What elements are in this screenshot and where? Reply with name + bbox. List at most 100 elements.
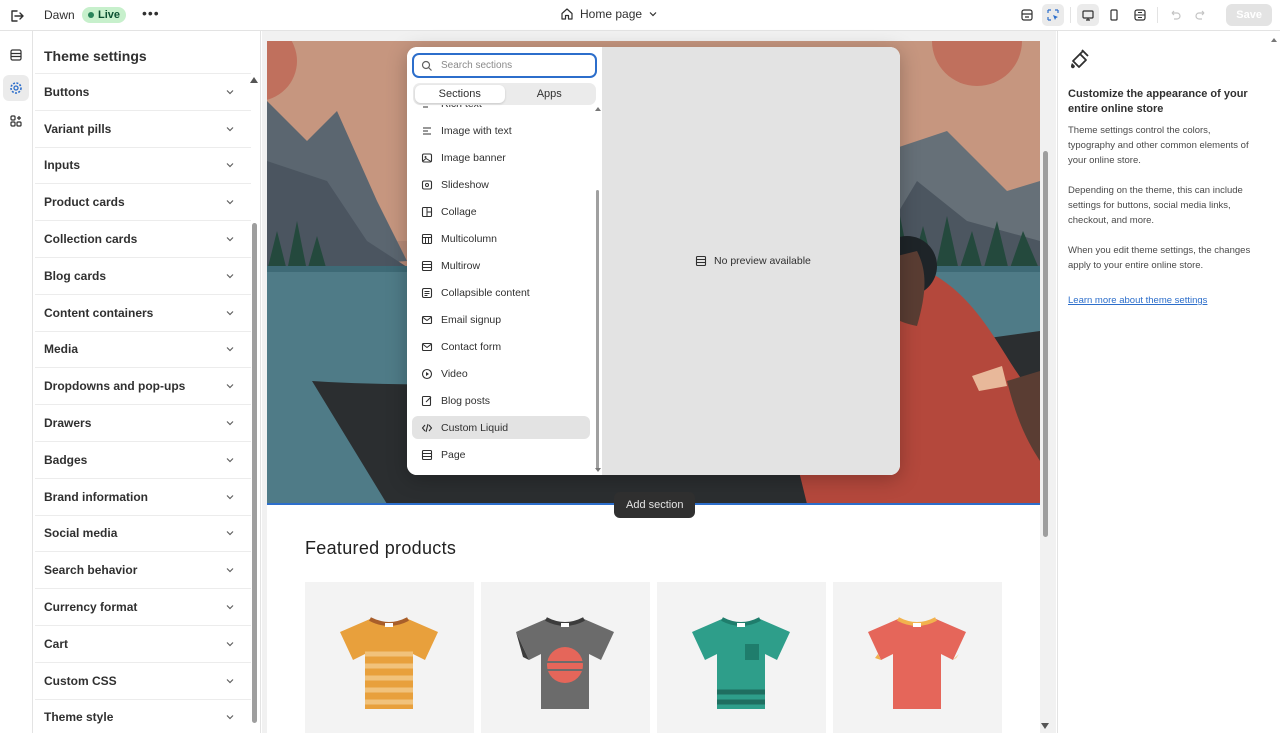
settings-group-label: Buttons <box>44 84 90 99</box>
section-list-item[interactable]: Email signup <box>412 308 590 331</box>
section-list-label: Email signup <box>441 313 502 326</box>
add-section-button[interactable]: Add section <box>614 492 696 518</box>
settings-group-item[interactable]: Social media <box>35 514 251 552</box>
toolbar-divider <box>1157 7 1159 23</box>
exit-icon[interactable] <box>8 7 26 25</box>
page-selector[interactable]: Home page <box>560 7 658 21</box>
settings-group-item[interactable]: Blog cards <box>35 256 251 294</box>
settings-group-item[interactable]: Brand information <box>35 477 251 515</box>
settings-group-label: Badges <box>44 452 88 467</box>
scroll-up-icon[interactable] <box>1271 38 1277 42</box>
settings-group-label: Drawers <box>44 416 92 431</box>
mobile-icon[interactable] <box>1103 4 1125 26</box>
section-list-label: Contact form <box>441 340 502 353</box>
store-icon[interactable] <box>1016 4 1038 26</box>
section-list-item[interactable]: Collapsible content <box>412 281 590 304</box>
help-paragraph: Theme settings control the colors, typog… <box>1068 125 1249 166</box>
settings-group-item[interactable]: Currency format <box>35 588 251 625</box>
preview-scrollbar[interactable] <box>1043 151 1048 537</box>
product-card[interactable] <box>833 582 1002 733</box>
theme-name[interactable]: Dawn <box>44 8 75 22</box>
settings-group-label: Variant pills <box>44 121 112 136</box>
chevron-down-icon <box>226 273 234 279</box>
chevron-down-icon <box>226 605 234 610</box>
help-paragraph: Depending on the theme, this can include… <box>1068 185 1243 226</box>
settings-group-item[interactable]: Theme style <box>35 698 251 733</box>
panel-scrollbar[interactable] <box>252 223 257 723</box>
no-preview-message: No preview available <box>695 255 811 267</box>
tab-apps[interactable]: Apps <box>505 85 595 103</box>
chevron-down-icon <box>226 384 234 389</box>
section-list-scrollbar[interactable] <box>596 190 599 470</box>
theme-settings-panel: Theme settings Buttons Variant pills Input… <box>33 31 261 733</box>
scroll-down-icon[interactable] <box>1041 723 1049 729</box>
section-list-item[interactable]: Page <box>412 443 590 466</box>
add-section-popover: Sections Apps Rich text Image with text Im… <box>407 47 900 475</box>
paint-bucket-icon <box>1068 47 1092 74</box>
section-picker: Sections Apps Rich text Image with text Im… <box>407 47 602 475</box>
multirow-icon <box>421 260 433 271</box>
settings-group-item[interactable]: Inputs <box>35 146 251 184</box>
settings-group-label: Custom CSS <box>44 673 117 688</box>
more-options-icon[interactable]: ••• <box>142 6 159 22</box>
settings-group-item[interactable]: Search behavior <box>35 551 251 588</box>
settings-group-item[interactable]: Variant pills <box>35 109 251 147</box>
product-card[interactable] <box>657 582 826 733</box>
sections-icon[interactable] <box>3 42 29 68</box>
collage-icon <box>421 206 433 217</box>
featured-products-heading: Featured products <box>305 538 457 558</box>
product-card[interactable] <box>481 582 650 733</box>
settings-group-label: Cart <box>44 636 69 651</box>
apps-icon[interactable] <box>3 108 29 134</box>
settings-group-item[interactable]: Badges <box>35 440 251 478</box>
search-input[interactable] <box>441 60 581 71</box>
save-button[interactable]: Save <box>1226 4 1272 26</box>
tab-sections[interactable]: Sections <box>415 85 505 103</box>
section-list-item[interactable]: Multicolumn <box>412 227 590 250</box>
help-sidebar: Customize the appearance of your entire … <box>1057 31 1280 733</box>
search-field[interactable] <box>412 53 597 78</box>
chevron-down-icon <box>226 641 234 647</box>
slideshow-icon <box>421 179 433 190</box>
redo-icon[interactable] <box>1190 4 1212 26</box>
theme-settings-icon[interactable] <box>3 75 29 101</box>
scroll-up-icon[interactable] <box>250 77 258 83</box>
section-list-item[interactable]: Video <box>412 362 590 385</box>
scroll-up-icon[interactable] <box>595 107 601 111</box>
section-list: Rich text Image with text Image banner Slid… <box>407 105 597 475</box>
settings-group-label: Theme style <box>44 710 114 725</box>
section-list-item[interactable]: Blog posts <box>412 389 590 412</box>
settings-group-item[interactable]: Product cards <box>35 183 251 220</box>
settings-group-item[interactable]: Content containers <box>35 293 251 331</box>
fullscreen-icon[interactable] <box>1129 4 1151 26</box>
section-list-label: Custom Liquid <box>441 421 509 434</box>
section-list-item[interactable]: Rich text <box>412 105 590 115</box>
settings-group-item[interactable]: Drawers <box>35 404 251 441</box>
section-list-label: Video <box>441 367 468 380</box>
section-list-item[interactable]: Image with text <box>412 119 590 142</box>
section-list-item[interactable]: Slideshow <box>412 173 590 196</box>
settings-group-item[interactable]: Buttons <box>35 73 251 110</box>
inspector-icon[interactable] <box>1042 4 1065 26</box>
settings-group-item[interactable]: Cart <box>35 624 251 662</box>
section-list-item[interactable]: Contact form <box>412 335 590 358</box>
live-badge: Live <box>82 7 127 23</box>
section-list-item[interactable]: Multirow <box>412 254 590 277</box>
settings-group-item[interactable]: Collection cards <box>35 220 251 257</box>
product-card[interactable] <box>305 582 474 733</box>
desktop-icon[interactable] <box>1077 4 1100 26</box>
settings-group-item[interactable]: Custom CSS <box>35 661 251 699</box>
live-label: Live <box>98 9 121 21</box>
learn-more-link[interactable]: Learn more about theme settings <box>1068 295 1207 306</box>
settings-group-item[interactable]: Media <box>35 330 251 368</box>
section-list-item[interactable]: Custom Liquid <box>412 416 590 439</box>
section-list-item[interactable]: Collage <box>412 200 590 223</box>
settings-group-label: Blog cards <box>44 268 107 283</box>
undo-icon[interactable] <box>1164 4 1186 26</box>
section-list-item[interactable]: Image banner <box>412 146 590 169</box>
toolbar-right: Save <box>1016 4 1272 26</box>
settings-group-label: Search behavior <box>44 563 138 578</box>
chevron-down-icon <box>226 678 234 683</box>
scroll-down-icon[interactable] <box>595 468 601 472</box>
settings-group-item[interactable]: Dropdowns and pop-ups <box>35 367 251 404</box>
